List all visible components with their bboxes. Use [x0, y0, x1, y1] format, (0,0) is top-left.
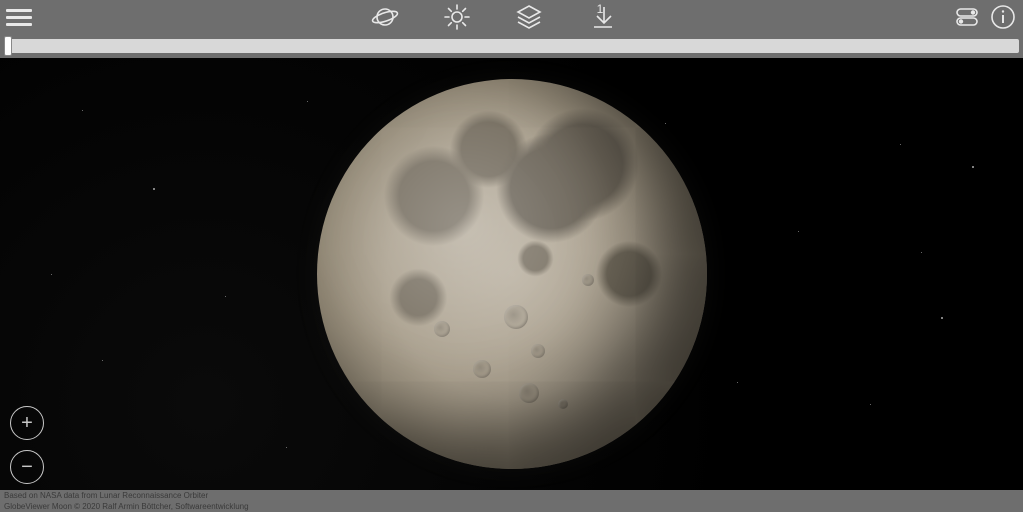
footer-line-2: GlobeViewer Moon © 2020 Ralf Armin Böttc… [4, 501, 1019, 512]
zoom-out-button[interactable]: − [10, 450, 44, 484]
time-slider-track[interactable] [4, 39, 1019, 53]
download-icon[interactable]: 1 [587, 3, 615, 31]
moon-globe[interactable] [317, 79, 707, 469]
zoom-controls: + − [10, 406, 44, 484]
moon-viewport[interactable] [0, 58, 1023, 490]
time-slider-bar [0, 34, 1023, 58]
toolbar-center: 1 [32, 3, 953, 31]
menu-button[interactable] [6, 4, 32, 30]
planet-icon[interactable] [371, 3, 399, 31]
top-toolbar: 1 [0, 0, 1023, 34]
time-slider-thumb[interactable] [4, 36, 12, 56]
download-badge: 1 [596, 3, 603, 16]
layers-icon[interactable] [515, 3, 543, 31]
footer: Based on NASA data from Lunar Reconnaiss… [0, 490, 1023, 512]
zoom-in-button[interactable]: + [10, 406, 44, 440]
settings-toggle-icon[interactable] [953, 3, 981, 31]
sun-icon[interactable] [443, 3, 471, 31]
toolbar-right [953, 3, 1017, 31]
info-icon[interactable] [989, 3, 1017, 31]
footer-line-1: Based on NASA data from Lunar Reconnaiss… [4, 490, 1019, 501]
